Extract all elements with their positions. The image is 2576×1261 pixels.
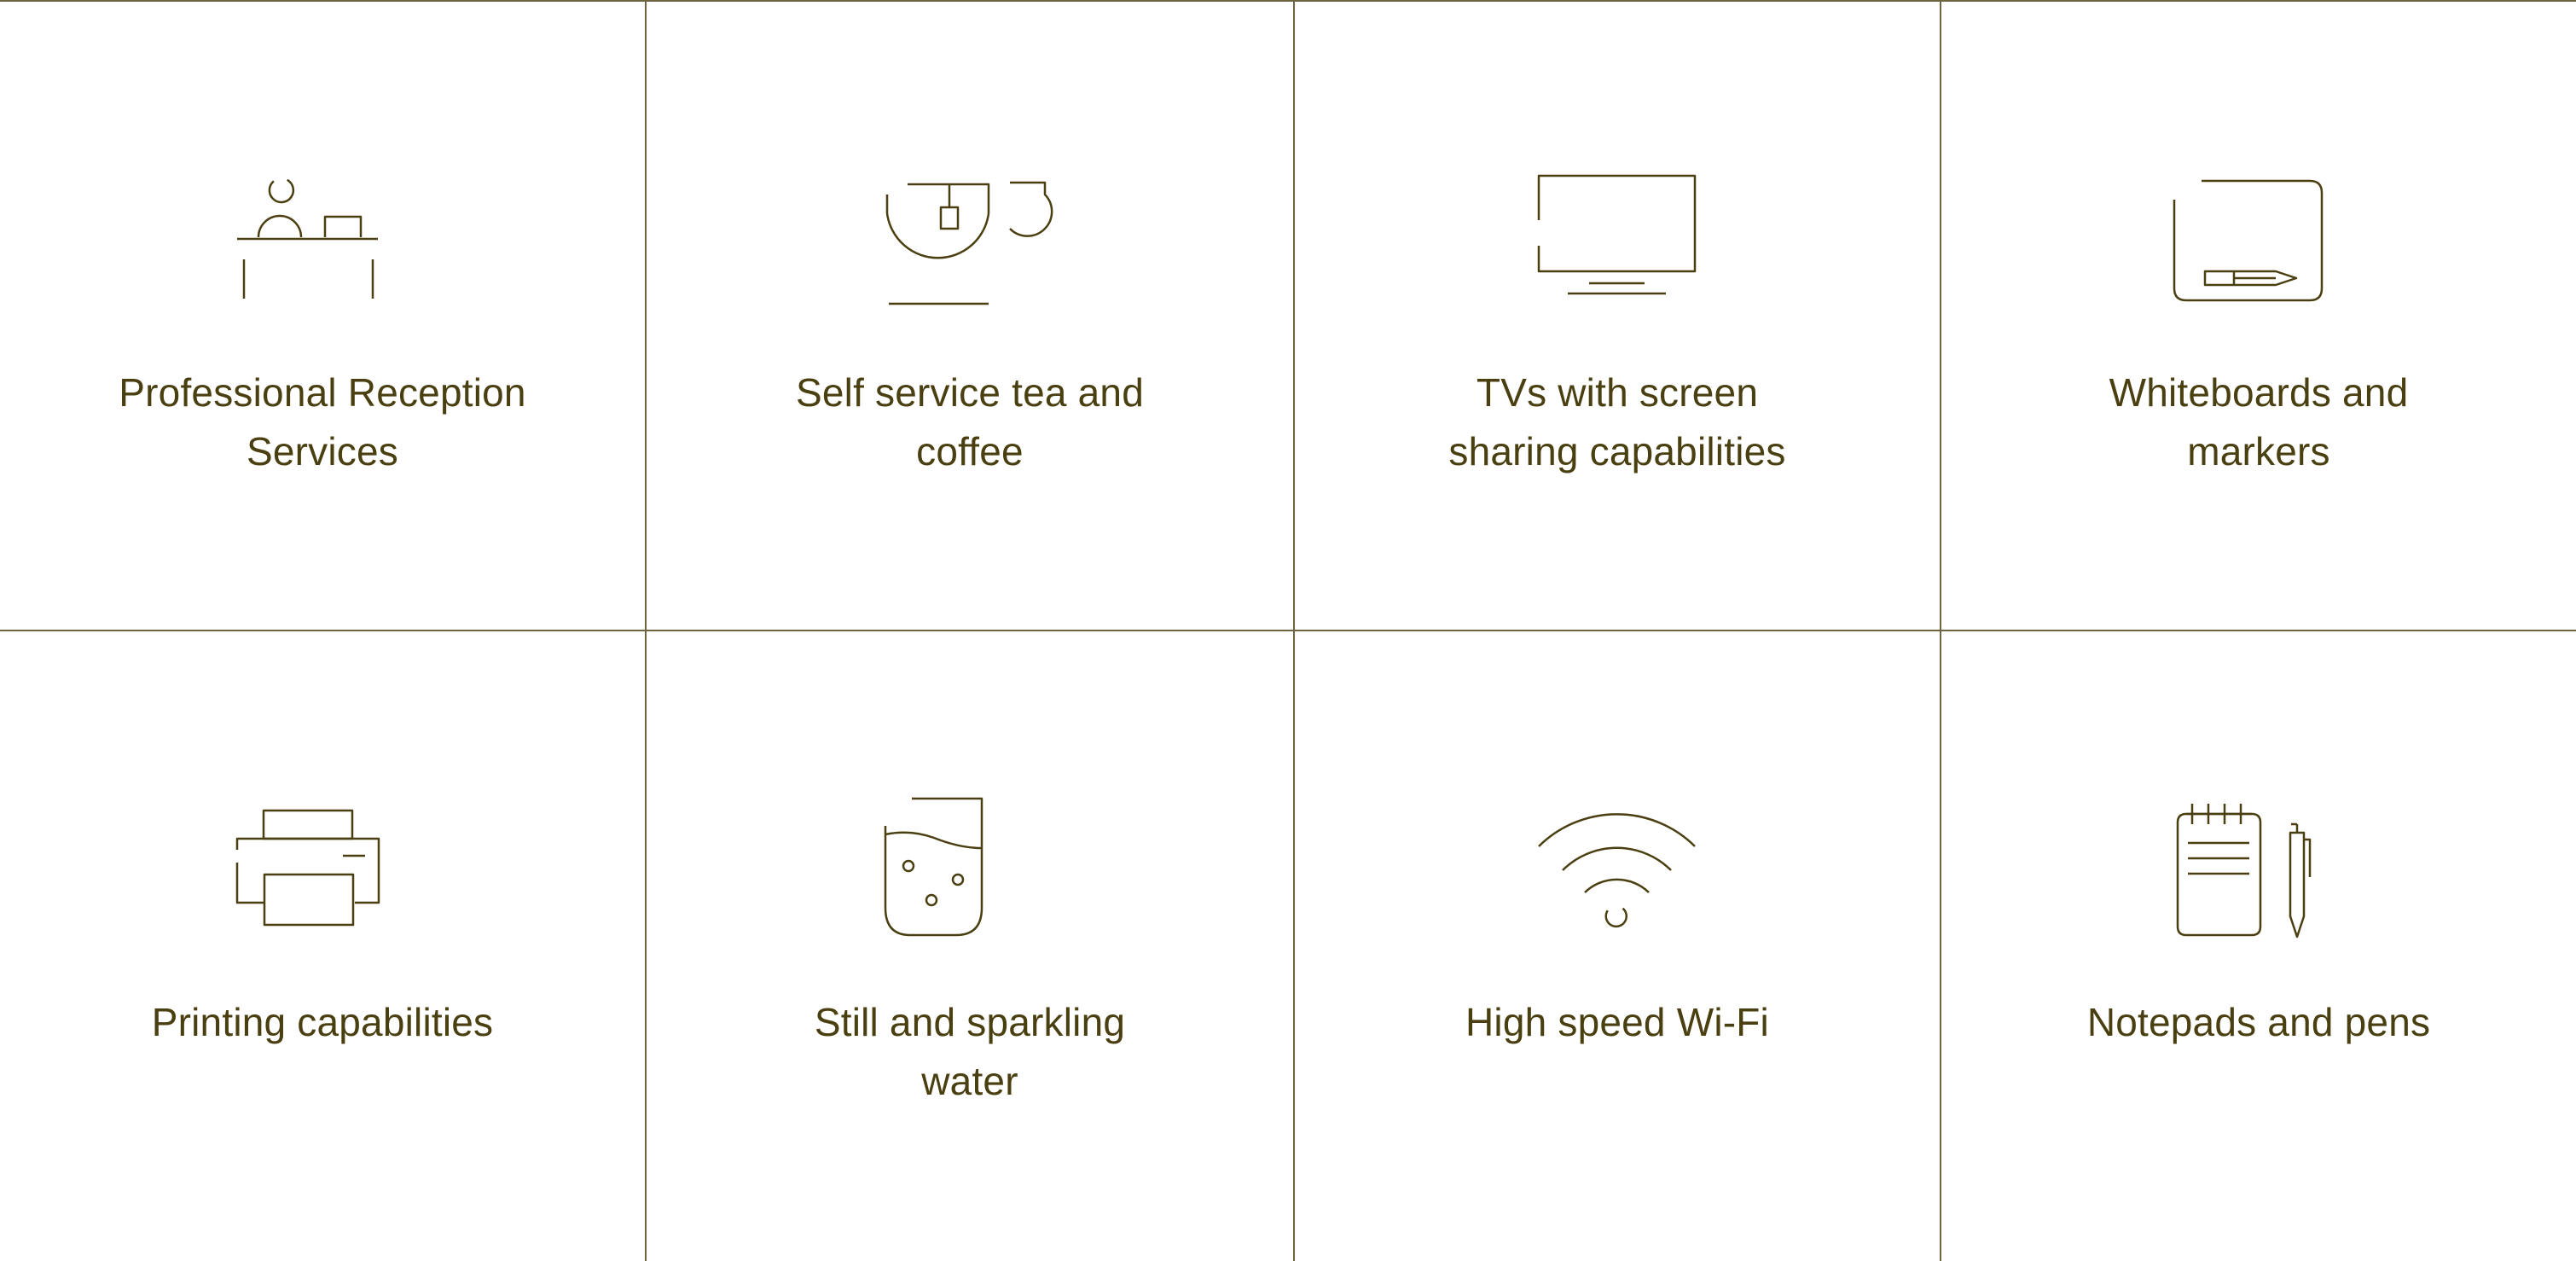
amenity-label: Notepads and pens xyxy=(2086,1000,2431,1044)
amenity-label: Printing capabilities xyxy=(151,1000,494,1044)
water-glass-icon xyxy=(884,797,1055,944)
wifi-icon xyxy=(1532,799,1703,944)
amenity-tvs: TVs with screen sharing capabilities xyxy=(1295,2,1941,631)
tea-cup-icon xyxy=(885,169,1055,314)
tv-monitor-icon xyxy=(1532,169,1703,314)
amenity-label: Professional Reception Services xyxy=(119,370,526,474)
reception-desk-icon xyxy=(237,169,408,314)
amenity-reception: Professional Reception Services xyxy=(0,2,647,631)
amenity-tea-coffee: Self service tea and coffee xyxy=(647,2,1295,631)
amenity-notepads: Notepads and pens xyxy=(1941,631,2576,1261)
printer-icon xyxy=(235,799,408,944)
amenity-water: Still and sparkling water xyxy=(647,631,1295,1261)
amenity-label: TVs with screen sharing capabilities xyxy=(1448,370,1786,474)
amenity-printing: Printing capabilities xyxy=(0,631,647,1261)
amenity-label: High speed Wi-Fi xyxy=(1465,1000,1769,1044)
amenity-label: Self service tea and coffee xyxy=(795,370,1144,474)
amenity-wifi: High speed Wi-Fi xyxy=(1295,631,1941,1261)
notepad-pen-icon xyxy=(2173,799,2344,944)
whiteboard-marker-icon xyxy=(2173,169,2344,314)
amenities-grid: Professional Reception Services Self ser… xyxy=(0,0,2576,1261)
amenity-label: Still and sparkling water xyxy=(814,1000,1126,1103)
amenity-label: Whiteboards and markers xyxy=(2109,370,2409,474)
amenity-whiteboards: Whiteboards and markers xyxy=(1941,2,2576,631)
